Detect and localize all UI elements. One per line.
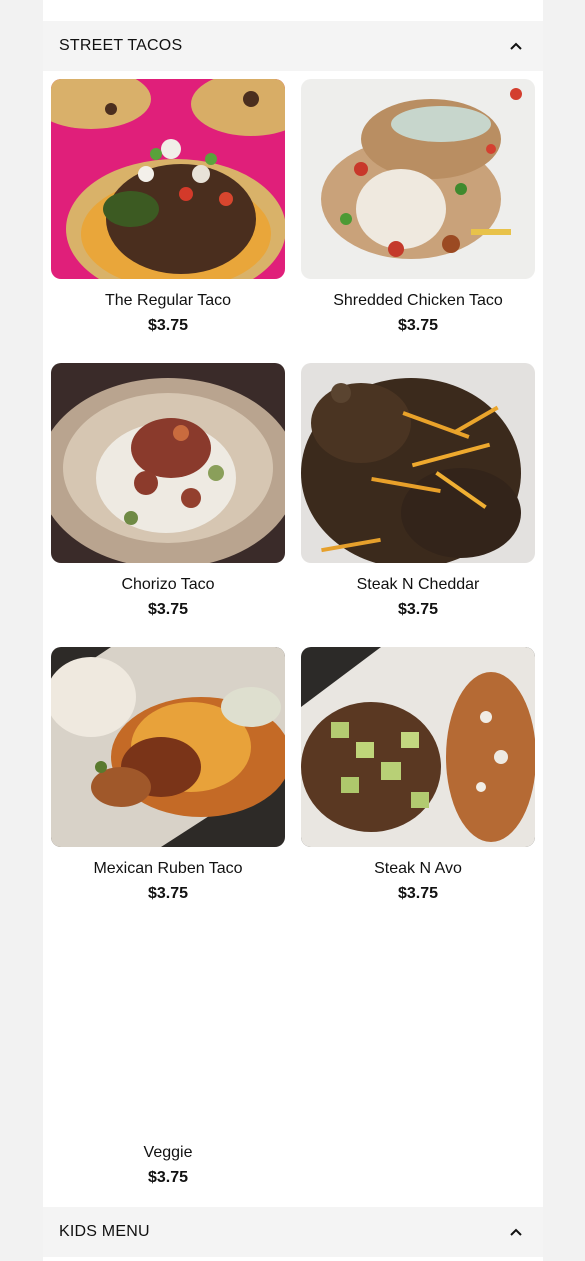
chevron-up-icon[interactable] [509, 1225, 523, 1239]
menu-item-price: $3.75 [147, 601, 189, 618]
section-title: STREET TACOS [59, 37, 183, 54]
section-header-street-tacos[interactable]: STREET TACOS [43, 21, 543, 71]
previous-section-bottom [43, 0, 543, 21]
menu-item-name: Mexican Ruben Taco [93, 860, 243, 877]
menu-item-card[interactable]: Veggie $3.75 [51, 923, 285, 1193]
menu-item-image [301, 79, 535, 279]
menu-item-price: $3.75 [397, 601, 439, 618]
menu-item-card[interactable]: The Regular Taco $3.75 [51, 71, 285, 341]
chevron-up-icon[interactable] [509, 39, 523, 53]
menu-item-card[interactable]: Mexican Ruben Taco $3.75 [51, 639, 285, 909]
menu-item-image [301, 647, 535, 847]
menu-item-image-placeholder [51, 931, 285, 1131]
menu-item-card[interactable]: Steak N Cheddar $3.75 [301, 355, 535, 625]
section-title: KIDS MENU [59, 1223, 150, 1240]
menu-item-price: $3.75 [147, 1169, 189, 1186]
menu-item-name: Shredded Chicken Taco [333, 292, 503, 309]
menu-item-name: Steak N Avo [374, 860, 462, 877]
menu-item-price: $3.75 [397, 317, 439, 334]
menu-item-name: Steak N Cheddar [356, 576, 480, 593]
menu-item-image [51, 363, 285, 563]
menu-item-image [301, 363, 535, 563]
menu-item-card[interactable]: Shredded Chicken Taco $3.75 [301, 71, 535, 341]
section-header-kids-menu[interactable]: KIDS MENU [43, 1207, 543, 1257]
menu-item-price: $3.75 [397, 885, 439, 902]
menu-panel: STREET TACOS The Regular Taco $3.75 Shre… [43, 0, 543, 1261]
menu-item-card[interactable]: Steak N Avo $3.75 [301, 639, 535, 909]
menu-item-card[interactable]: Chorizo Taco $3.75 [51, 355, 285, 625]
menu-item-image [51, 647, 285, 847]
menu-item-price: $3.75 [147, 885, 189, 902]
menu-item-image [51, 79, 285, 279]
menu-item-name: The Regular Taco [105, 292, 231, 309]
menu-item-name: Chorizo Taco [121, 576, 215, 593]
menu-item-name: Veggie [143, 1144, 193, 1161]
menu-item-price: $3.75 [147, 317, 189, 334]
